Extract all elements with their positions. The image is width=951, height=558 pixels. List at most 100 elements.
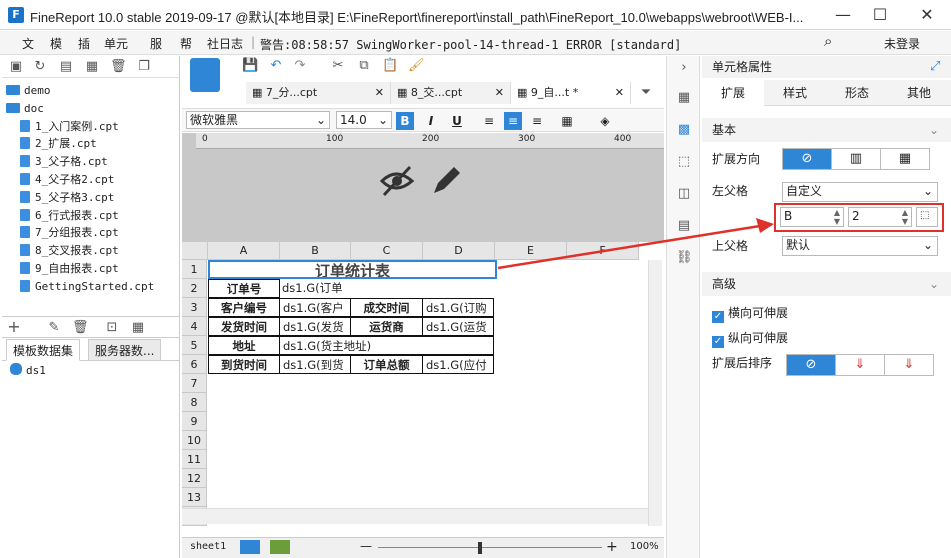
row-header[interactable]: 4 (182, 317, 207, 336)
copy-icon[interactable]: ⧉ (356, 58, 372, 74)
cell-d4[interactable]: ds1.G(运货 (422, 317, 494, 336)
minimize-button[interactable]: — (828, 4, 858, 26)
menu-template[interactable]: 模 (50, 35, 62, 52)
vertical-scrollbar[interactable] (648, 260, 662, 526)
row-header[interactable]: 3 (182, 298, 207, 317)
row-header[interactable]: 9 (182, 412, 207, 431)
cell-b5[interactable]: ds1.G(货主地址) (279, 336, 494, 355)
cell-c4[interactable]: 运货商 (350, 317, 423, 336)
cell-element-icon[interactable]: ▩ (676, 122, 692, 138)
tree-file[interactable]: 7_分组报表.cpt (20, 224, 119, 242)
row-header[interactable]: 2 (182, 279, 207, 298)
sheet-tab[interactable]: sheet1 (190, 541, 226, 552)
row-header[interactable]: 12 (182, 469, 207, 488)
file-tab-9-active[interactable]: ▦ 9_自...t * ✕ (511, 82, 631, 104)
new-folder-icon[interactable]: ▣ (8, 59, 24, 75)
up-parent-select[interactable]: 默认 ⌄ (782, 236, 938, 256)
widget-icon[interactable]: ⬚ (676, 154, 692, 170)
sort-ascending-button[interactable]: ⇓ (835, 354, 885, 376)
save-icon[interactable]: 💾 (242, 58, 258, 74)
horizontal-scrollbar[interactable] (182, 508, 648, 524)
cell-b4[interactable]: ds1.G(发货 (279, 317, 351, 336)
bold-button[interactable]: B (396, 112, 414, 130)
tab-template-dataset[interactable]: 模板数据集 (6, 339, 81, 361)
cell-a3[interactable]: 客户编号 (208, 298, 280, 317)
refresh-icon[interactable]: ↻ (32, 59, 48, 75)
paste-icon[interactable]: 📋 (382, 58, 398, 74)
lock-icon[interactable]: ▦ (84, 59, 100, 75)
tree-file[interactable]: 4_父子格2.cpt (20, 171, 114, 189)
delete-dataset-icon[interactable]: 🗑 (72, 320, 89, 336)
close-button[interactable]: ✕ (912, 4, 942, 26)
spinner-icon[interactable]: ▲ ▼ (834, 208, 840, 226)
fill-color-icon[interactable]: ◈ (596, 112, 614, 130)
menu-insert[interactable]: 插 (78, 35, 90, 52)
row-header[interactable]: 13 (182, 488, 207, 507)
column-header[interactable]: F (567, 242, 639, 260)
dataset-view-icon[interactable]: ▦ (130, 320, 146, 336)
warning-message[interactable]: 警告:08:58:57 SwingWorker-pool-14-thread-1… (260, 36, 681, 53)
cell-title[interactable]: 订单统计表 (208, 260, 497, 279)
maximize-button[interactable]: ☐ (865, 4, 895, 26)
tab-server-dataset[interactable]: 服务器数... (88, 339, 162, 361)
grid-corner[interactable] (182, 242, 208, 260)
tree-file[interactable]: 5_父子格3.cpt (20, 189, 114, 207)
add-form-sheet-icon[interactable] (270, 540, 290, 554)
menu-community-log[interactable]: 社日志 (207, 35, 243, 52)
tree-file[interactable]: 9_自由报表.cpt (20, 260, 119, 278)
undo-icon[interactable]: ↶ (268, 58, 284, 74)
select-cell-button[interactable]: ⬚ (916, 207, 938, 227)
spinner-icon[interactable]: ▲ ▼ (902, 208, 908, 226)
expand-panel-icon[interactable]: ⤢ (930, 59, 940, 74)
edit-icon[interactable]: ✎ (46, 320, 62, 336)
row-header[interactable]: 11 (182, 450, 207, 469)
cell-c6[interactable]: 订单总额 (350, 355, 423, 374)
cell-a6[interactable]: 到货时间 (208, 355, 280, 374)
column-header[interactable]: C (351, 242, 423, 260)
zoom-slider-handle[interactable] (478, 542, 482, 554)
align-right-icon[interactable]: ≡ (528, 112, 546, 130)
row-header[interactable]: 5 (182, 336, 207, 355)
sort-none-button[interactable]: ⊘ (786, 354, 836, 376)
cell-c3[interactable]: 成交时间 (350, 298, 423, 317)
cell-d6[interactable]: ds1.G(应付 (422, 355, 494, 374)
cell-a5[interactable]: 地址 (208, 336, 280, 355)
section-basic[interactable]: 基本 ⌄ (702, 118, 951, 142)
vertical-stretch-checkbox[interactable]: ✓ 纵向可伸展 (712, 329, 788, 348)
column-header[interactable]: D (423, 242, 495, 260)
row-header[interactable]: 8 (182, 393, 207, 412)
align-center-icon[interactable]: ≡ (504, 112, 522, 130)
tab-form[interactable]: 形态 (826, 80, 888, 106)
tree-file[interactable]: 8_交叉报表.cpt (20, 242, 119, 260)
cut-icon[interactable]: ✂ (330, 58, 346, 74)
row-header[interactable]: 10 (182, 431, 207, 450)
cell-a2[interactable]: 订单号 (208, 279, 280, 298)
cell-d3[interactable]: ds1.G(订购 (422, 298, 494, 317)
tree-folder[interactable]: doc (6, 100, 44, 118)
expand-none-button[interactable]: ⊘ (782, 148, 832, 170)
dataset-ds1[interactable]: ds1 (10, 362, 46, 380)
zoom-slider[interactable] (378, 547, 602, 548)
row-header[interactable]: 7 (182, 374, 207, 393)
underline-button[interactable]: U (448, 112, 466, 130)
condition-icon[interactable]: ◫ (676, 186, 692, 202)
expand-horizontal-button[interactable]: ▦ (880, 148, 930, 170)
collapse-icon[interactable]: › (676, 60, 692, 76)
menu-cell[interactable]: 单元 (104, 35, 128, 52)
menu-help[interactable]: 帮 (180, 35, 192, 52)
parent-row-input[interactable]: 2 ▲ ▼ (848, 207, 912, 227)
cell-attr-icon[interactable]: ▦ (676, 90, 692, 106)
tree-folder[interactable]: demo (6, 82, 51, 100)
column-header[interactable]: E (495, 242, 567, 260)
open-icon[interactable]: ▤ (58, 59, 74, 75)
search-icon[interactable]: ⌕ (824, 32, 832, 50)
menu-server[interactable]: 服 (150, 35, 162, 52)
tree-file[interactable]: 3_父子格.cpt (20, 153, 108, 171)
login-link[interactable]: 未登录 (884, 35, 920, 52)
column-header[interactable]: B (280, 242, 351, 260)
align-left-icon[interactable]: ≡ (480, 112, 498, 130)
close-tab-icon[interactable]: ✕ (495, 82, 504, 104)
tree-file[interactable]: 2_扩展.cpt (20, 135, 97, 153)
italic-button[interactable]: I (422, 112, 440, 130)
file-tab-8[interactable]: ▦ 8_交...cpt ✕ (391, 82, 511, 104)
